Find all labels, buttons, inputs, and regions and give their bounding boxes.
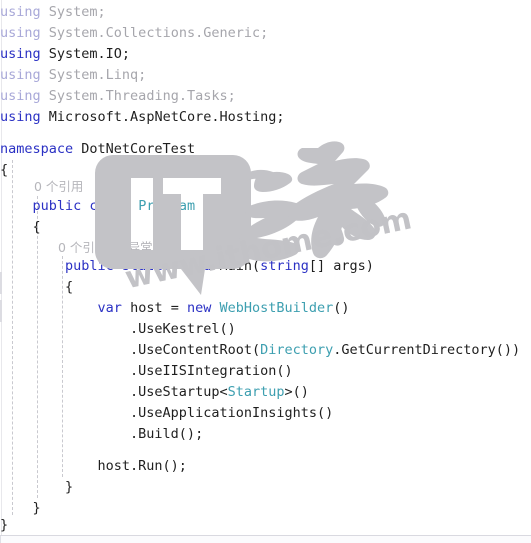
code-token: Startup — [227, 384, 285, 400]
editor-bottom-band-edge — [0, 536, 1, 543]
code-token: } — [0, 517, 9, 533]
code-line-using-linq[interactable]: using System.Linq; — [0, 65, 531, 86]
code-token: } — [0, 479, 74, 495]
code-token: .UseIISIntegration() — [0, 363, 293, 379]
code-token: public class — [32, 198, 139, 214]
editor-bottom-band — [0, 536, 531, 543]
code-token: Microsoft.AspNetCore.Hosting; — [48, 109, 285, 125]
code-line-class-open[interactable]: { — [0, 217, 531, 238]
code-line-main-decl[interactable]: public static void Main(string[] args) — [0, 256, 531, 277]
code-line-namespace-close[interactable]: } — [0, 515, 531, 536]
code-line-var-host[interactable]: var host = new WebHostBuilder() — [0, 298, 531, 319]
code-token: System.Threading.Tasks; — [48, 88, 236, 104]
code-token: System.Collections.Generic; — [48, 25, 269, 41]
code-token: host.Run(); — [0, 458, 187, 474]
code-line-use-contentroot[interactable]: .UseContentRoot(Directory.GetCurrentDire… — [0, 340, 531, 361]
code-line-host-run[interactable]: host.Run(); — [0, 456, 531, 477]
code-token: .UseStartup< — [0, 384, 228, 400]
code-line-using-threading[interactable]: using System.Threading.Tasks; — [0, 86, 531, 107]
method-codelens[interactable]: 0 个引用 | 0 异常 — [58, 237, 153, 258]
class-codelens[interactable]: 0 个引用 — [34, 176, 83, 197]
code-token: using — [0, 109, 49, 125]
code-token: .GetCurrentDirectory()) — [333, 342, 521, 358]
code-token: public static void — [65, 258, 220, 274]
code-line-namespace-decl[interactable]: namespace DotNetCoreTest — [0, 139, 531, 160]
code-line-class-decl[interactable]: public class Program — [0, 196, 531, 217]
code-token: using — [0, 46, 49, 62]
code-line-using-hosting[interactable]: using Microsoft.AspNetCore.Hosting; — [0, 107, 531, 128]
code-token: string — [260, 258, 309, 274]
code-token: .UseApplicationInsights() — [0, 405, 334, 421]
code-token: using — [0, 4, 49, 20]
code-token: DotNetCoreTest — [81, 141, 196, 157]
code-token: using — [0, 25, 49, 41]
code-line-use-startup[interactable]: .UseStartup<Startup>() — [0, 382, 531, 403]
code-line-using-collections[interactable]: using System.Collections.Generic; — [0, 23, 531, 44]
code-editor[interactable]: using System; using System.Collections.Ge… — [0, 0, 531, 536]
code-token: >() — [284, 384, 309, 400]
code-token: () — [333, 300, 350, 316]
code-token: System.IO; — [48, 46, 131, 62]
codelens-separator: | — [109, 240, 114, 255]
code-token: new — [186, 300, 220, 316]
codelens-references[interactable]: 0 个引用 — [34, 179, 83, 194]
code-token: } — [0, 500, 41, 516]
code-line-use-appinsights[interactable]: .UseApplicationInsights() — [0, 403, 531, 424]
code-token: { — [0, 279, 74, 295]
code-line-using-io[interactable]: using System.IO; — [0, 44, 531, 65]
code-line-using-system[interactable]: using System; — [0, 2, 531, 23]
code-token: using — [0, 67, 49, 83]
code-token: .Build(); — [0, 426, 204, 442]
code-token: { — [0, 219, 41, 235]
code-token: Main( — [219, 258, 261, 274]
code-token: .UseContentRoot( — [0, 342, 261, 358]
code-token: [] args) — [308, 258, 374, 274]
code-token: Program — [138, 198, 196, 214]
code-token: namespace — [0, 141, 82, 157]
code-token: var — [97, 300, 131, 316]
code-line-main-close[interactable]: } — [0, 477, 531, 498]
code-token: WebHostBuilder — [219, 300, 334, 316]
codelens-exceptions[interactable]: 0 异常 — [116, 240, 153, 255]
code-token: System.Linq; — [48, 67, 147, 83]
code-token: { — [0, 162, 9, 178]
code-token: System; — [48, 4, 106, 20]
code-line-use-iis[interactable]: .UseIISIntegration() — [0, 361, 531, 382]
codelens-references[interactable]: 0 个引用 — [58, 240, 107, 255]
code-line-use-kestrel[interactable]: .UseKestrel() — [0, 319, 531, 340]
code-line-build[interactable]: .Build(); — [0, 424, 531, 445]
code-token: Directory — [260, 342, 334, 358]
code-token: .UseKestrel() — [0, 321, 236, 337]
code-line-main-open[interactable]: { — [0, 277, 531, 298]
code-token: host = — [130, 300, 187, 316]
code-token: using — [0, 88, 49, 104]
